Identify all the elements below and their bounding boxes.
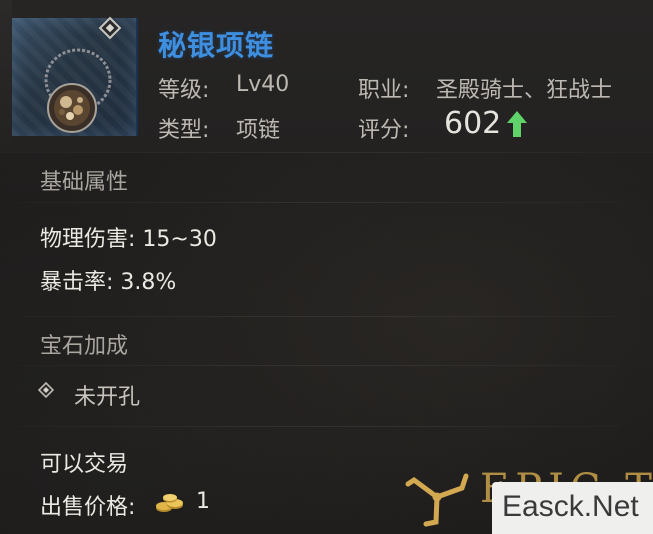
header-divider xyxy=(0,152,653,153)
up-arrow-icon xyxy=(507,111,527,137)
base-attributes-title: 基础属性 xyxy=(40,170,129,195)
gem-divider xyxy=(20,426,620,427)
tradable-status: 可以交易 xyxy=(40,452,129,477)
site-watermark-badge: Easck.Net xyxy=(492,482,653,534)
base-title-divider xyxy=(20,202,620,203)
stat-physical-damage: 物理伤害: 15~30 xyxy=(40,227,217,252)
class-value: 圣殿骑士、狂战士 xyxy=(436,78,613,103)
stats-divider xyxy=(20,316,620,317)
level-value: Lv40 xyxy=(236,72,290,97)
site-watermark-text: Easck.Net xyxy=(502,490,639,523)
item-tooltip: 秘银项链 等级: Lv40 职业: 圣殿骑士、狂战士 类型: 项链 评分: 60… xyxy=(0,0,653,534)
tooltip-header: 秘银项链 等级: Lv40 职业: 圣殿骑士、狂战士 类型: 项链 评分: 60… xyxy=(0,0,653,152)
gold-coin-icon xyxy=(156,494,183,512)
item-name: 秘银项链 xyxy=(158,29,275,62)
gem-bonus-title: 宝石加成 xyxy=(40,334,129,359)
class-label: 职业: xyxy=(358,78,410,103)
score-label: 评分: xyxy=(358,118,410,143)
sell-price-value: 1 xyxy=(196,489,210,514)
item-icon-frame[interactable] xyxy=(12,18,138,136)
header-corner xyxy=(0,0,12,152)
type-label: 类型: xyxy=(158,118,210,143)
gem-socket-status: 未开孔 xyxy=(74,385,141,410)
score-value: 602 xyxy=(444,106,502,141)
level-label: 等级: xyxy=(158,78,210,103)
triskelion-logo-icon xyxy=(405,473,469,527)
sell-price-label: 出售价格: xyxy=(40,495,136,520)
gem-title-divider xyxy=(20,365,620,366)
stat-crit-rate: 暴击率: 3.8% xyxy=(40,270,177,295)
necklace-icon xyxy=(44,48,112,133)
diamond-socket-icon xyxy=(38,382,54,398)
type-value: 项链 xyxy=(236,118,281,143)
